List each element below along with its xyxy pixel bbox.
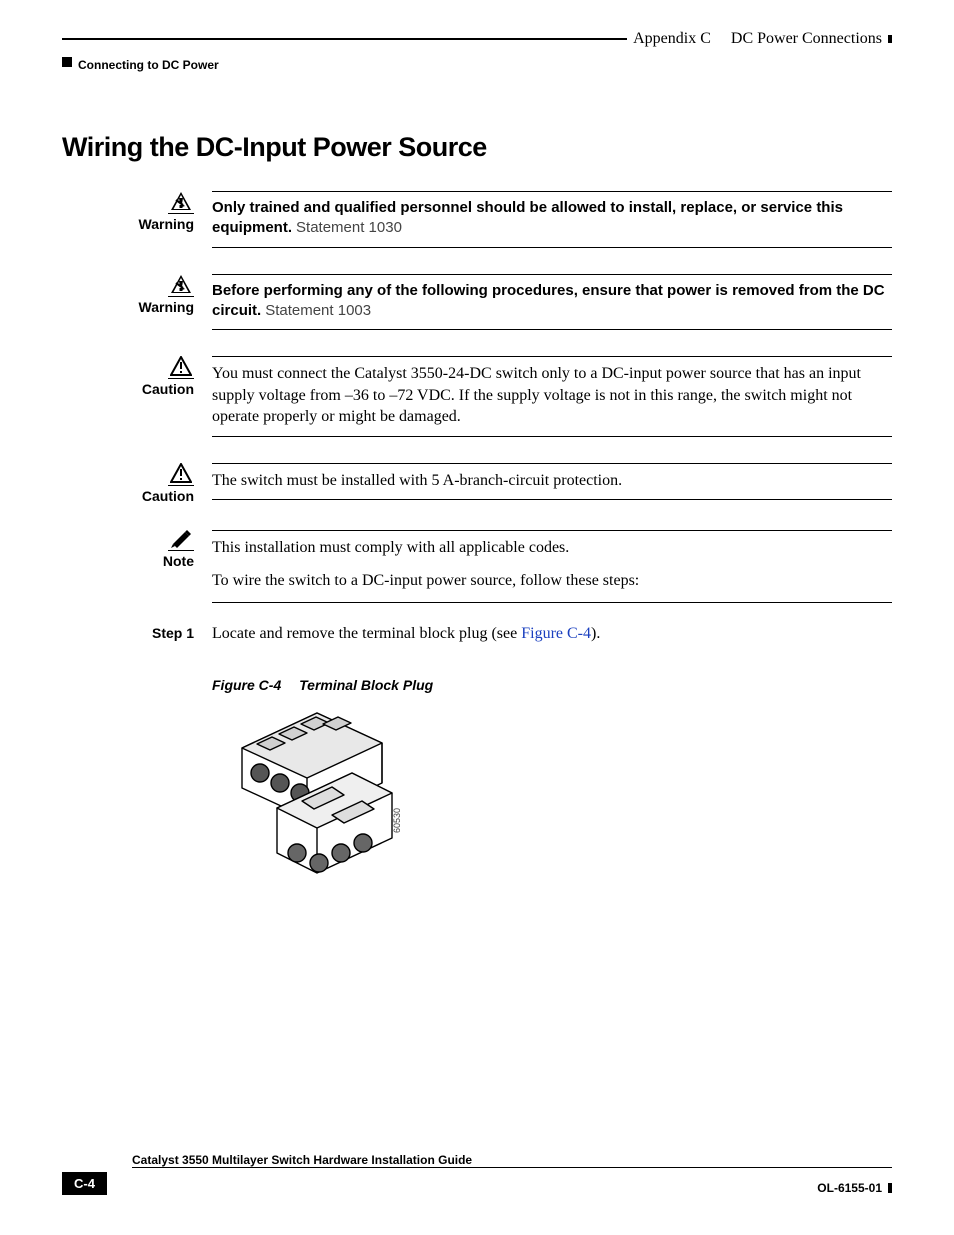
warning-label: Warning [139, 299, 194, 315]
figure-number: Figure C-4 [212, 677, 281, 693]
note-text: This installation must comply with all a… [212, 537, 892, 559]
appendix-header: Appendix C DC Power Connections [633, 30, 892, 48]
header-right-line: Appendix C DC Power Connections [62, 30, 892, 48]
section-header: Connecting to DC Power [78, 58, 219, 72]
footer-doc-number: OL-6155-01 [817, 1181, 882, 1195]
figure-art-id: 60530 [392, 808, 402, 833]
warning-label: Warning [139, 216, 194, 232]
footer-doc-title: Catalyst 3550 Multilayer Switch Hardware… [132, 1153, 892, 1167]
figure-xref[interactable]: Figure C-4 [521, 625, 591, 642]
figure-caption: Figure C-4 Terminal Block Plug [212, 677, 892, 693]
figure-title: Terminal Block Plug [299, 677, 433, 693]
caution-text: The switch must be installed with 5 A-br… [212, 470, 892, 492]
caution-block: Caution You must connect the Catalyst 35… [62, 356, 892, 437]
appendix-label: Appendix C [633, 30, 711, 48]
warning-statement: Statement 1030 [296, 219, 402, 236]
caution-label: Caution [142, 488, 194, 504]
caution-block: Caution The switch must be installed wit… [62, 463, 892, 504]
page-title: Wiring the DC-Input Power Source [62, 132, 892, 163]
header-end-mark [888, 35, 892, 43]
step-row: Step 1 Locate and remove the terminal bl… [62, 625, 892, 643]
caution-icon [62, 463, 194, 486]
note-block: Note This installation must comply with … [62, 530, 892, 603]
header-start-mark [62, 57, 72, 67]
footer-end-mark [888, 1183, 892, 1193]
warning-block: Warning Before performing any of the fol… [62, 274, 892, 331]
step-label: Step 1 [62, 625, 212, 643]
step-body: Locate and remove the terminal block plu… [212, 625, 892, 643]
header-left-line: Connecting to DC Power [62, 52, 892, 72]
step-text-pre: Locate and remove the terminal block plu… [212, 625, 521, 642]
caution-label: Caution [142, 381, 194, 397]
page-footer: Catalyst 3550 Multilayer Switch Hardware… [62, 1153, 892, 1195]
figure-art: 60530 [222, 703, 422, 888]
warning-statement: Statement 1003 [265, 302, 371, 319]
step-text-post: ). [591, 625, 600, 642]
note-lead: To wire the switch to a DC-input power s… [212, 570, 892, 592]
caution-icon [62, 356, 194, 379]
page-number-badge: C-4 [62, 1172, 107, 1195]
note-label: Note [163, 553, 194, 569]
note-icon [62, 530, 194, 551]
caution-text: You must connect the Catalyst 3550-24-DC… [212, 363, 892, 428]
appendix-title: DC Power Connections [731, 30, 882, 48]
warning-icon [62, 191, 194, 214]
warning-block: Warning Only trained and qualified perso… [62, 191, 892, 248]
warning-icon [62, 274, 194, 297]
